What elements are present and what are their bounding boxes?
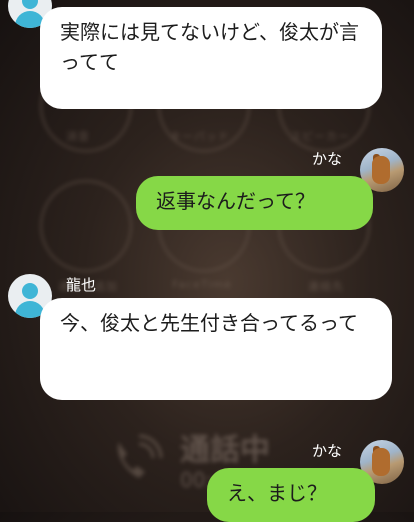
contacts-label: 連絡先 [308,280,344,293]
add-call-button-ring [40,180,132,272]
dog-photo-icon [372,448,390,476]
facetime-label: FaceTime [172,278,232,291]
phone-call-icon [117,434,163,478]
message-text: 返事なんだって？ [156,189,315,213]
sender-name: かな [312,150,343,168]
call-status-text: 通話中 [180,433,270,468]
message-bubble-right[interactable]: え、まじ？ [207,468,375,522]
message-text: 実際には見てないけど、俊太が言ってて [60,20,359,74]
person-silhouette-icon [22,283,38,299]
sender-name: 龍也 [66,276,97,294]
dog-photo-icon [372,156,390,184]
person-silhouette-icon [22,0,38,9]
message-bubble-left[interactable]: 実際には見てないけど、俊太が言ってて [40,7,382,109]
keypad-label: キーパッド [170,130,230,143]
message-text: 今、俊太と先生付き合ってるって [60,311,358,335]
message-text: え、まじ？ [227,481,327,505]
mute-label: 消音 [66,130,90,143]
message-bubble-right[interactable]: 返事なんだって？ [136,176,373,230]
speaker-label: スピーカー [290,130,350,143]
message-bubble-left[interactable]: 今、俊太と先生付き合ってるって [40,298,392,400]
sender-name: かな [312,442,343,460]
